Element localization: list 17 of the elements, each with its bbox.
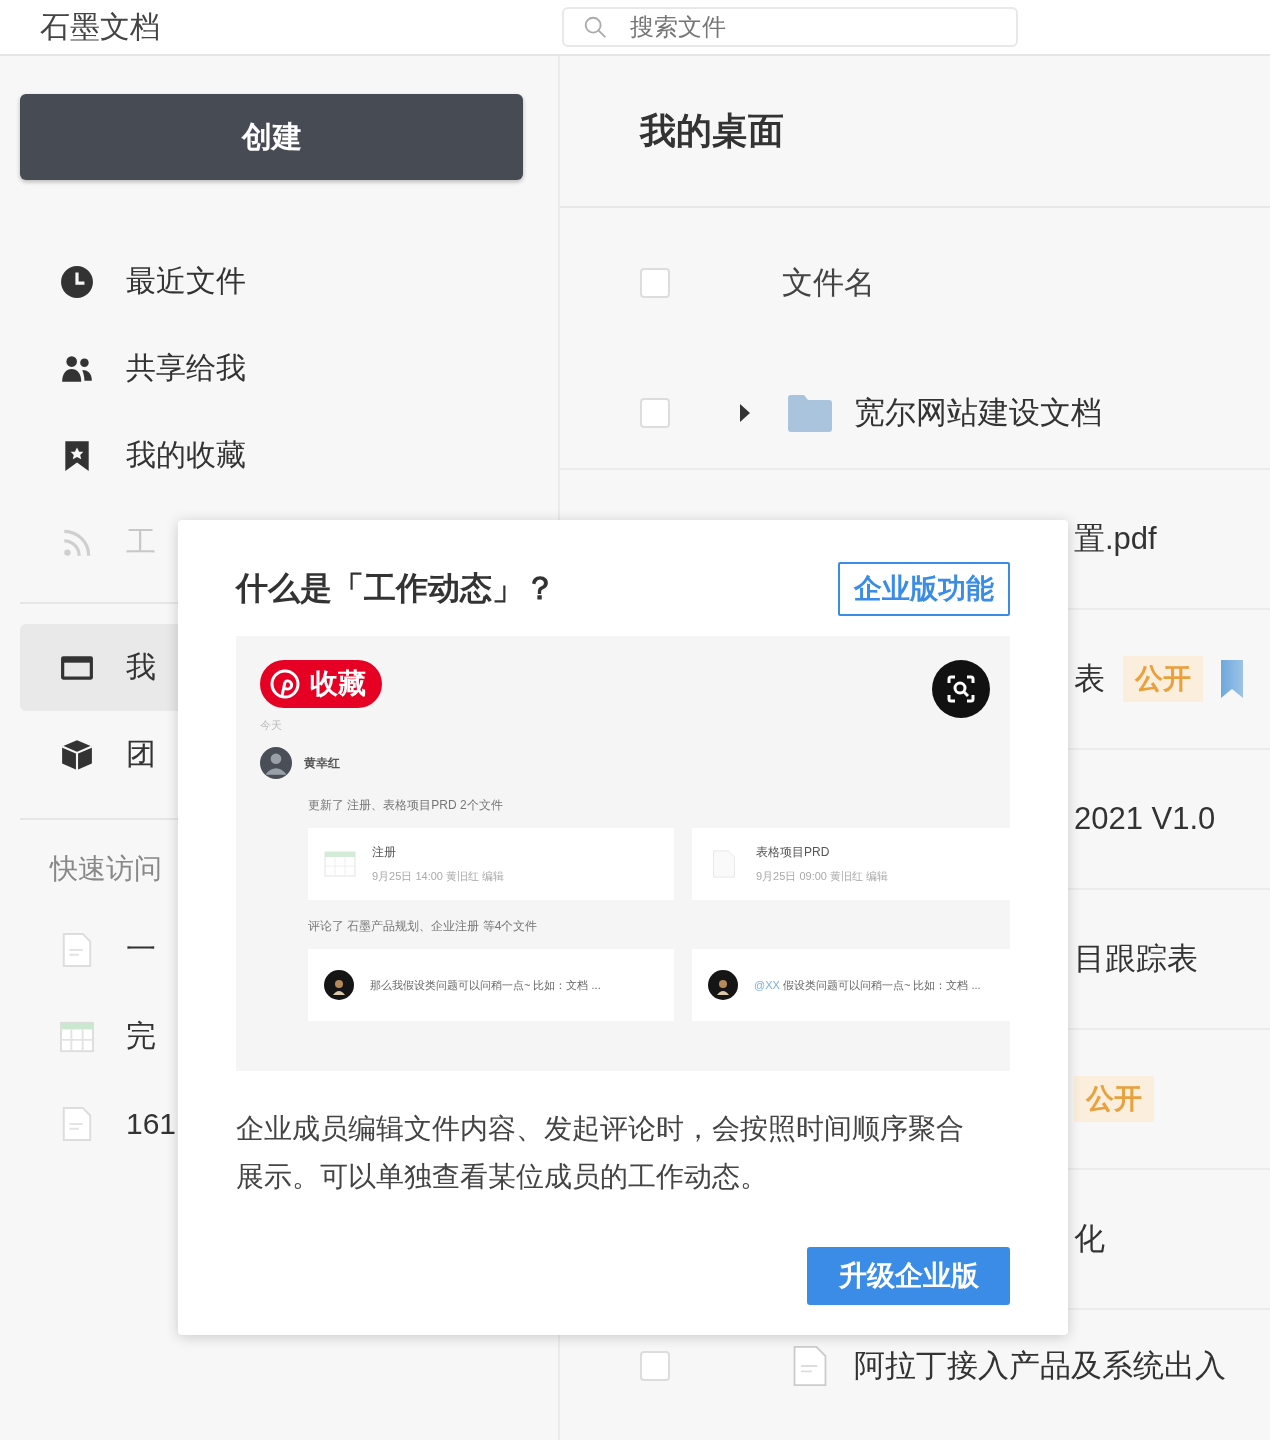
page-title: 我的桌面 — [560, 56, 1270, 208]
dialog-title: 什么是「工作动态」？ — [236, 569, 556, 608]
file-title: 表格项目PRD — [756, 844, 831, 861]
dialog-description: 企业成员编辑文件内容、发起评论时，会按照时间顺序聚合展示。可以单独查看某位成员的工作动态。 — [236, 1112, 965, 1194]
public-tag: 公开 — [1074, 1076, 1154, 1122]
app-logo-text: 石墨文档 — [39, 8, 161, 45]
enterprise-badge: 企业版功能 — [838, 562, 1010, 616]
activity-summary: 评论了 石墨产品规划、企业注册 等4个文件 — [308, 918, 539, 935]
file-meta: 9月25日 14:00 黄旧红 编辑 — [372, 869, 505, 884]
file-meta: 9月25日 09:00 黄旧红 编辑 — [756, 869, 889, 884]
comment-text: 那么我假设类问题可以问稍一点~ 比如：文档 ... — [370, 977, 601, 993]
public-tag: 公开 — [1123, 656, 1203, 702]
file-title: 注册 — [372, 844, 397, 861]
activity-summary: 更新了 注册、表格项目PRD 2个文件 — [308, 797, 504, 814]
user-name: 黄幸红 — [304, 754, 340, 772]
comment-text: @XX 假设类问题可以问稍一点~ 比如：文档 ... — [754, 977, 981, 993]
section-title: 快速访问 — [50, 852, 162, 886]
